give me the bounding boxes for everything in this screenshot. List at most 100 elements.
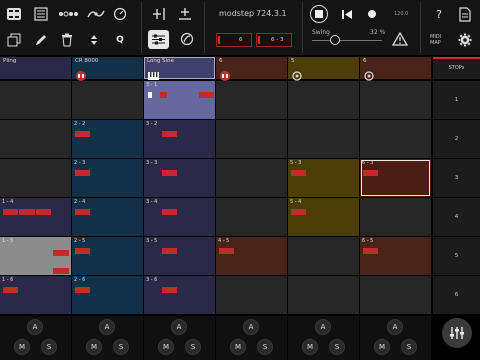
stops-button[interactable]: STOPs: [433, 57, 480, 79]
arm-button[interactable]: A: [171, 319, 187, 335]
mute-button[interactable]: M: [302, 339, 318, 355]
solo-button[interactable]: S: [329, 339, 345, 355]
clip-slot[interactable]: 2 - 5: [72, 237, 143, 275]
clip-slot[interactable]: 4 - 5: [216, 237, 287, 275]
clip-slot[interactable]: 2 - 3: [72, 159, 143, 197]
clip-slot[interactable]: [360, 276, 431, 314]
list-icon[interactable]: [34, 7, 48, 21]
scene-launch-button[interactable]: 2: [433, 120, 480, 158]
clip-slot[interactable]: 3 - 1: [144, 81, 215, 119]
clip-slot[interactable]: 3 - 2: [144, 120, 215, 158]
clip-slot[interactable]: 3 - 6: [144, 276, 215, 314]
clip-slot[interactable]: 1 - 4: [0, 198, 71, 236]
mute-button[interactable]: M: [14, 339, 30, 355]
stop-icon[interactable]: [310, 5, 328, 23]
clip-slot[interactable]: [288, 276, 359, 314]
clip-slot[interactable]: [288, 237, 359, 275]
clip-slot[interactable]: [216, 120, 287, 158]
arm-button[interactable]: A: [27, 319, 43, 335]
mute-button[interactable]: M: [86, 339, 102, 355]
scene-launch-button[interactable]: 5: [433, 237, 480, 275]
dots-icon[interactable]: [58, 9, 80, 19]
scene-launch-button[interactable]: 1: [433, 81, 480, 119]
clip-selector[interactable]: 6 - 3: [256, 33, 292, 47]
clip-slot[interactable]: 1 - 5: [0, 237, 71, 275]
clip-slot[interactable]: 6 - 5: [360, 237, 431, 275]
clip-slot[interactable]: [0, 81, 71, 119]
clip-note-block: [362, 247, 379, 254]
track-header[interactable]: 5: [288, 57, 359, 81]
mixer-sliders-icon[interactable]: [442, 318, 472, 348]
clip-label: 3 - 4: [146, 199, 158, 205]
clip-slot[interactable]: 2 - 6: [72, 276, 143, 314]
track-header[interactable]: 6: [216, 57, 287, 81]
rewind-icon[interactable]: [340, 7, 354, 21]
metronome-icon[interactable]: [113, 7, 127, 21]
clip-slot[interactable]: 5 - 3: [288, 159, 359, 197]
scene-launch-button[interactable]: 4: [433, 198, 480, 236]
scene-launch-button[interactable]: 3: [433, 159, 480, 197]
mute-button[interactable]: M: [230, 339, 246, 355]
clip-slot[interactable]: [360, 198, 431, 236]
grid-icon[interactable]: [6, 7, 22, 21]
quantize-button[interactable]: Q: [113, 33, 127, 47]
solo-button[interactable]: S: [401, 339, 417, 355]
clip-slot[interactable]: [0, 120, 71, 158]
arm-button[interactable]: A: [315, 319, 331, 335]
swing-slider-knob[interactable]: [330, 35, 340, 45]
wave-icon[interactable]: [87, 7, 105, 21]
warning-icon[interactable]: [392, 32, 408, 46]
swing-slider-track[interactable]: [312, 40, 382, 41]
clip-slot[interactable]: [72, 81, 143, 119]
mute-dot-icon: [4, 66, 14, 76]
mixer-mode-icon[interactable]: [148, 30, 169, 49]
scene-launch-button[interactable]: 6: [433, 276, 480, 314]
track-header[interactable]: 6: [360, 57, 431, 81]
track-header[interactable]: Long Sine: [144, 57, 215, 80]
clip-slot[interactable]: 1 - 6: [0, 276, 71, 314]
tempo-value[interactable]: 120.0: [394, 11, 408, 17]
clip-slot[interactable]: 5 - 4: [288, 198, 359, 236]
midi-map-button[interactable]: MIDI MAP: [430, 34, 450, 46]
clip-slot[interactable]: 3 - 5: [144, 237, 215, 275]
clip-note-block: [53, 250, 69, 257]
arm-button[interactable]: A: [99, 319, 115, 335]
arm-button[interactable]: A: [243, 319, 259, 335]
duplicate-icon[interactable]: [7, 33, 21, 47]
pencil-icon[interactable]: [34, 33, 48, 47]
record-icon[interactable]: [367, 9, 377, 19]
clip-slot[interactable]: [288, 81, 359, 119]
track-controls: AMSAMSAMSAMSAMSAMS: [0, 316, 480, 360]
clip-slot[interactable]: [360, 81, 431, 119]
clip-slot[interactable]: [216, 198, 287, 236]
clip-slot[interactable]: [0, 159, 71, 197]
clip-slot[interactable]: 2 - 2: [72, 120, 143, 158]
trash-icon[interactable]: [61, 33, 73, 47]
track-header[interactable]: CR 8000: [72, 57, 143, 81]
arm-button[interactable]: A: [387, 319, 403, 335]
help-icon[interactable]: ?: [432, 7, 446, 21]
solo-button[interactable]: S: [113, 339, 129, 355]
add-track-icon[interactable]: [152, 7, 166, 21]
clip-slot[interactable]: [216, 276, 287, 314]
solo-button[interactable]: S: [185, 339, 201, 355]
clip-slot[interactable]: [216, 81, 287, 119]
solo-button[interactable]: S: [257, 339, 273, 355]
swing-icon[interactable]: [180, 32, 194, 46]
file-icon[interactable]: [458, 6, 472, 22]
track-selector[interactable]: 6: [216, 33, 252, 47]
clip-slot[interactable]: [288, 120, 359, 158]
clip-slot[interactable]: [360, 120, 431, 158]
updown-icon[interactable]: [89, 33, 99, 47]
clip-slot[interactable]: [216, 159, 287, 197]
clip-slot[interactable]: 3 - 3: [144, 159, 215, 197]
clip-slot[interactable]: 2 - 4: [72, 198, 143, 236]
track-header[interactable]: Pling: [0, 57, 71, 79]
mute-button[interactable]: M: [374, 339, 390, 355]
solo-button[interactable]: S: [41, 339, 57, 355]
clip-slot[interactable]: 3 - 4: [144, 198, 215, 236]
clip-slot[interactable]: 6 - 3: [360, 159, 431, 197]
mute-button[interactable]: M: [158, 339, 174, 355]
gear-icon[interactable]: [458, 33, 472, 47]
add-scene-icon[interactable]: [178, 7, 192, 21]
